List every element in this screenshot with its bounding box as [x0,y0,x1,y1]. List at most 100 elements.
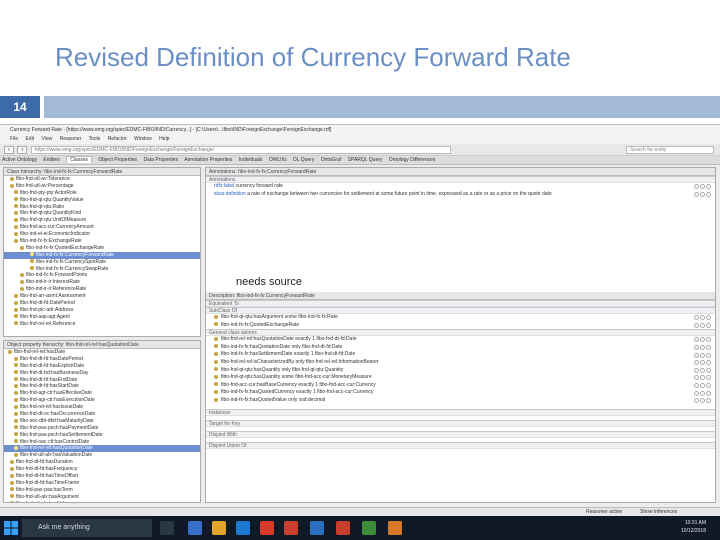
tab-ontology-differences[interactable]: Ontology Differences [389,157,436,163]
general-axiom[interactable]: fibo-fnd-acc-cur:hasBaseCurrency exactly… [206,382,715,390]
subclass-axiom-controls[interactable] [693,315,711,322]
general-axiom-controls[interactable] [693,352,711,359]
class-tree-item[interactable]: fibo-ind-fx-fx:CurrencySwapRate [4,266,200,273]
excel-icon[interactable] [362,521,376,535]
general-axiom[interactable]: fibo-ind-fx-fx:hasQuotedValue only xsd:d… [206,397,715,405]
property-tree-item[interactable]: fibo-fnd-pas-psch:hasSettlementDate [4,432,200,439]
annotation-row[interactable]: skos:definition a rate of exchange betwe… [206,191,715,206]
property-tree-item[interactable]: fibo-fnd-rel-rel:hasIssueDate [4,404,200,411]
property-tree-item[interactable]: fibo-fnd-dt-fd:hasDuration [4,459,200,466]
general-axiom-controls[interactable] [693,398,711,405]
class-tree-item[interactable]: fibo-ind-fx-fx:QuotedExchangeRate [4,245,200,252]
menu-tools[interactable]: Tools [89,136,101,142]
class-tree-item[interactable]: fibo-fnd-qt-qtu:Ratio [4,204,200,211]
property-tree-item[interactable]: fibo-fnd-dt-fd:hasTimeFrame [4,480,200,487]
property-tree-item[interactable]: fibo-fnd-utl-alx:hasValuationDate [4,452,200,459]
subclass-of-title[interactable]: SubClass Of [206,307,715,314]
class-tree-item[interactable]: fibo-fnd-utl-av:Tolerance [4,176,200,183]
target-for-key-title[interactable]: Target for Key [206,419,715,427]
tab-entities[interactable]: Entities [43,157,59,163]
general-axioms-title[interactable]: General class axioms [206,329,715,337]
class-tree-item[interactable]: fibo-fnd-qt-qtu:UnitOfMeasure [4,217,200,224]
property-tree-item[interactable]: fibo-fnd-dt-oc:hasOccurrenceDate [4,411,200,418]
tab-owlviz[interactable]: OWLViz [269,157,287,163]
general-axiom[interactable]: fibo-ind-fx-fx:hasSettlementDate exactly… [206,351,715,359]
store-icon[interactable] [236,521,250,535]
general-axiom[interactable]: fibo-ind-fx-fx:hasQuotationDate only fib… [206,344,715,352]
annotation-row-controls[interactable] [693,191,711,199]
general-axiom-controls[interactable] [693,375,711,382]
tab-data-properties[interactable]: Data Properties [143,157,178,163]
search-input[interactable]: Search for entity [626,146,714,154]
menu-view[interactable]: View [41,136,52,142]
general-axiom[interactable]: fibo-fnd-qt-qtu:hasQuantity some fibo-fn… [206,374,715,382]
class-tree-item[interactable]: fibo-fnd-pty-pty:ActorRole [4,190,200,197]
property-tree-item[interactable]: fibo-fnd-agr-ctr:hasEffectiveDate [4,390,200,397]
back-icon[interactable]: ‹ [4,145,14,154]
menu-window[interactable]: Window [134,136,152,142]
general-axiom[interactable]: fibo-fnd-rel-rel:isCharacterizedBy only … [206,359,715,367]
property-tree-item[interactable]: fibo-fnd-utl-alx:hasValue [4,501,200,502]
menu-file[interactable]: File [10,136,18,142]
task-view-icon[interactable] [160,521,174,535]
class-tree-item[interactable]: fibo-ind-fx-fx:CurrencyForwardRate [4,251,200,259]
ontology-iri-field[interactable]: https://www.omg.org/spec/EDMC-FIBO/IND/F… [30,145,451,154]
show-inferences-checkbox[interactable]: Show Inferences [640,508,677,516]
windows-start-icon[interactable] [4,521,18,535]
property-tree-item[interactable]: fibo-fnd-dt-fd:hasEndDate [4,377,200,384]
disjoint-union-title[interactable]: Disjoint Union Of [206,441,715,449]
property-tree-item[interactable]: fibo-fnd-agr-ctr:hasExecutionDate [4,397,200,404]
class-tree-item[interactable]: fibo-fnd-plc-adr:Address [4,307,200,314]
general-axiom-controls[interactable] [693,367,711,375]
property-tree-item[interactable]: fibo-fnd-pas-psch:hasPaymentDate [4,425,200,432]
edge-icon[interactable] [188,521,202,535]
class-tree-item[interactable]: fibo-ind-fx-fx:ExchangeRate [4,238,200,245]
property-tree-item[interactable]: fibo-fnd-dt-fd:hasDatePeriod [4,356,200,363]
class-tree-item[interactable]: fibo-fnd-acc-cur:CurrencyAmount [4,224,200,231]
tab-dl-query[interactable]: DL Query [293,157,314,163]
property-tree-item[interactable]: fibo-fnd-rel-rel:hasQuotationDate [4,445,200,453]
file-explorer-icon[interactable] [212,521,226,535]
pdf-icon[interactable] [284,521,298,535]
word-icon[interactable] [310,521,324,535]
tab-object-properties[interactable]: Object Properties [98,157,137,163]
app-icon[interactable] [388,521,402,535]
tab-sparql-query[interactable]: SPARQL Query [348,157,383,163]
class-tree-item[interactable]: fibo-ind-ir-ir:InterestRate [4,279,200,286]
subclass-axiom[interactable]: fibo-ind-fx-fx:QuotedExchangeRate [206,322,715,330]
tab-classes[interactable]: Classes [66,156,93,163]
menu-refactor[interactable]: Refactor [108,136,127,142]
property-tree-item[interactable]: fibo-fnd-utl-alx:hasArgument [4,494,200,501]
class-tree-item[interactable]: fibo-fnd-arr-asmt:Assessment [4,293,200,300]
menu-reasoner[interactable]: Reasoner [60,136,82,142]
class-tree-item[interactable]: fibo-ind-ir-ir:ReferenceRate [4,286,200,293]
general-axiom-controls[interactable] [693,382,711,390]
taskbar-search-input[interactable]: Ask me anything [22,519,152,537]
general-axiom-controls[interactable] [693,344,711,352]
property-tree-item[interactable]: fibo-fnd-dt-fd:hasStartDate [4,383,200,390]
menu-edit[interactable]: Edit [25,136,34,142]
forward-icon[interactable]: › [17,145,28,154]
tab-individuals[interactable]: Individuals [239,157,263,163]
property-tree-item[interactable]: fibo-fnd-dt-bd:hasBusinessDay [4,370,200,377]
class-tree-item[interactable]: fibo-ind-ei-ei:EconomicIndicator [4,231,200,238]
annotation-row-controls[interactable] [693,184,711,191]
subclass-axiom-controls[interactable] [693,322,711,330]
property-tree-item[interactable]: fibo-fnd-pas-pas:hasTerm [4,487,200,494]
powerpoint-icon[interactable] [336,521,350,535]
property-tree-item[interactable]: fibo-sec-dbt-dbti:hasMaturityDate [4,418,200,425]
tab-active-ontology[interactable]: Active Ontology [2,157,37,163]
menu-help[interactable]: Help [159,136,169,142]
general-axiom[interactable]: fibo-fnd-rel-rel:hasQuotationDate exactl… [206,336,715,344]
taskbar-clock[interactable]: 10:31 AM 10/12/2018 [681,519,706,535]
class-tree-item[interactable]: fibo-fnd-dt-fd:DatePeriod [4,300,200,307]
disjoint-with-title[interactable]: Disjoint With [206,430,715,438]
property-tree-item[interactable]: fibo-fnd-dt-fd:hasExplicitDate [4,363,200,370]
class-tree-item[interactable]: fibo-fnd-utl-av:Percentage [4,183,200,190]
general-axiom-controls[interactable] [693,337,711,344]
property-tree-item[interactable]: fibo-fnd-dt-fd:hasFrequency [4,466,200,473]
general-axiom[interactable]: fibo-fnd-qt-qtu:hasQuantity only fibo-fn… [206,367,715,375]
general-axiom-controls[interactable] [693,390,711,397]
annotation-row[interactable]: rdfs:label currency forward rate [206,183,715,191]
class-tree-item[interactable]: fibo-ind-fx-fx:ForwardPoints [4,272,200,279]
